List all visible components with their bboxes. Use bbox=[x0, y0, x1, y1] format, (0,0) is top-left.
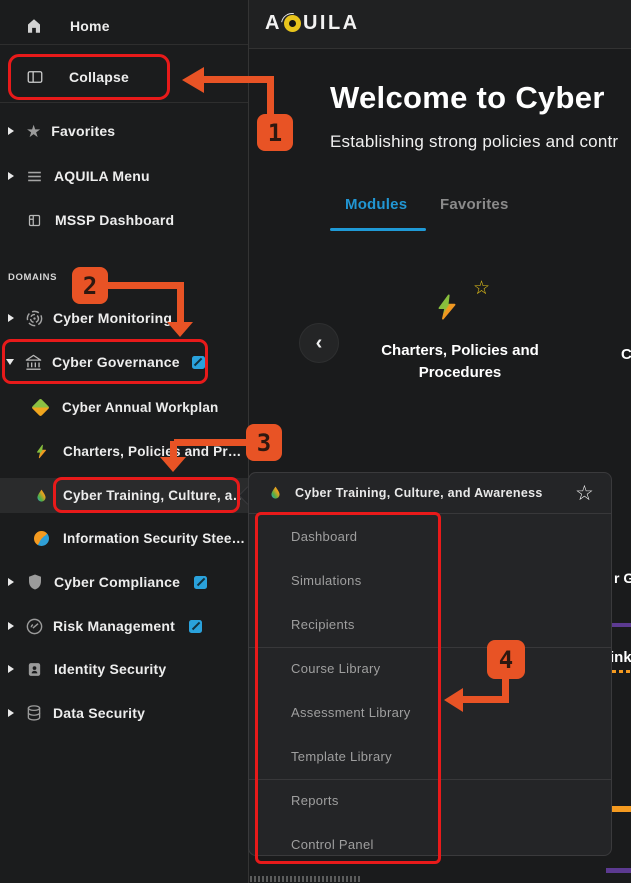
sidebar-item-favorites[interactable]: ★ Favorites bbox=[0, 114, 248, 148]
chevron-right-icon bbox=[8, 314, 14, 322]
menu-icon bbox=[25, 167, 44, 186]
chevron-right-icon bbox=[8, 172, 14, 180]
annotation-arrow-2 bbox=[177, 282, 184, 324]
annotation-arrow-1 bbox=[267, 76, 274, 118]
logo-text: UILA bbox=[303, 12, 360, 35]
database-icon bbox=[25, 704, 43, 722]
background-text-fragment: r G bbox=[614, 570, 631, 586]
annotation-box-2 bbox=[2, 339, 208, 384]
logo-eye-icon bbox=[284, 15, 301, 32]
annotation-arrow-1 bbox=[202, 76, 274, 83]
annotation-arrow-3 bbox=[174, 439, 248, 446]
sidebar-item-label: Favorites bbox=[51, 123, 115, 139]
edit-badge-icon[interactable] bbox=[194, 576, 207, 589]
purple-accent-line bbox=[610, 623, 631, 627]
sidebar-item-cyber-compliance[interactable]: Cyber Compliance bbox=[0, 565, 248, 599]
sidebar-item-label: Risk Management bbox=[53, 618, 175, 634]
module-bolt-icon bbox=[433, 286, 461, 328]
steering-crescent-icon bbox=[34, 531, 49, 546]
charters-bolt-icon bbox=[34, 443, 49, 460]
monitoring-radar-icon bbox=[25, 309, 44, 328]
step-badge-3: 3 bbox=[246, 424, 282, 461]
tab-modules[interactable]: Modules bbox=[345, 196, 407, 213]
carousel-prev-button[interactable]: ‹ bbox=[299, 323, 339, 363]
favorite-star-icon[interactable]: ☆ bbox=[575, 483, 594, 504]
popup-title: Cyber Training, Culture, and Awareness bbox=[295, 486, 543, 500]
top-bar: A UILA bbox=[248, 0, 631, 49]
sidebar-item-home[interactable]: Home bbox=[0, 9, 248, 43]
sidebar-item-cyber-monitoring[interactable]: Cyber Monitoring bbox=[0, 301, 248, 335]
compliance-shield-icon bbox=[26, 573, 44, 591]
page-title: Welcome to Cyber bbox=[330, 80, 605, 116]
chevron-right-icon bbox=[8, 622, 14, 630]
annotation-box-1 bbox=[8, 54, 170, 100]
sidebar-item-data-security[interactable]: Data Security bbox=[0, 696, 248, 730]
edit-badge-icon[interactable] bbox=[189, 620, 202, 633]
aquila-logo[interactable]: A UILA bbox=[265, 12, 360, 35]
next-module-card-fragment[interactable]: C bbox=[621, 344, 631, 366]
sidebar-item-label: MSSP Dashboard bbox=[55, 212, 174, 228]
sidebar-item-risk-management[interactable]: Risk Management bbox=[0, 609, 248, 643]
divider bbox=[0, 102, 248, 103]
sidebar-item-label: Data Security bbox=[53, 705, 145, 721]
sidebar-subitem-cyber-annual-workplan[interactable]: Cyber Annual Workplan bbox=[0, 390, 248, 424]
sidebar-item-aquila-menu[interactable]: AQUILA Menu bbox=[0, 159, 248, 193]
annotation-arrow-2 bbox=[106, 282, 184, 289]
chevron-right-icon bbox=[8, 665, 14, 673]
sidebar-item-mssp-dashboard[interactable]: MSSP Dashboard bbox=[0, 203, 248, 237]
risk-gauge-icon bbox=[25, 617, 44, 636]
training-droplet-icon bbox=[34, 487, 49, 504]
chevron-right-icon bbox=[8, 709, 14, 717]
module-card-title: Charters, Policies and bbox=[360, 340, 560, 362]
background-text-fragment: ink bbox=[610, 649, 631, 666]
tab-favorites[interactable]: Favorites bbox=[440, 196, 509, 213]
identity-badge-icon bbox=[26, 661, 43, 678]
annotation-box-4 bbox=[255, 512, 441, 864]
chevron-left-icon: ‹ bbox=[316, 332, 323, 355]
orange-accent-line bbox=[612, 806, 631, 812]
sidebar-item-identity-security[interactable]: Identity Security bbox=[0, 652, 248, 686]
logo-text: A bbox=[265, 12, 282, 35]
sidebar-item-label: Cyber Compliance bbox=[54, 574, 180, 590]
sidebar-item-label: Information Security Stee… bbox=[63, 531, 245, 546]
clipped-microtext bbox=[250, 876, 362, 882]
step-badge-1: 1 bbox=[257, 114, 293, 151]
annotation-arrow-3-head bbox=[160, 457, 186, 472]
annotation-arrow-4 bbox=[463, 696, 509, 703]
divider bbox=[0, 44, 248, 45]
module-card-title: Procedures bbox=[360, 362, 560, 384]
chevron-right-icon bbox=[8, 127, 14, 135]
sidebar-item-label: Cyber Annual Workplan bbox=[62, 400, 218, 415]
orange-dashed-line bbox=[612, 670, 631, 673]
chevron-right-icon bbox=[8, 578, 14, 586]
step-badge-4: 4 bbox=[487, 640, 525, 679]
sidebar-item-label: Cyber Monitoring bbox=[53, 310, 172, 326]
favorite-star-icon[interactable]: ☆ bbox=[473, 279, 490, 298]
active-tab-underline bbox=[330, 228, 426, 231]
page-subtitle: Establishing strong policies and contr bbox=[330, 132, 618, 152]
sidebar-item-label: AQUILA Menu bbox=[54, 168, 150, 184]
workplan-diamond-icon bbox=[31, 398, 49, 416]
step-badge-2: 2 bbox=[72, 267, 108, 304]
star-icon: ★ bbox=[26, 123, 41, 140]
domains-heading: DOMAINS bbox=[8, 272, 57, 283]
home-icon bbox=[25, 17, 43, 35]
annotation-box-3 bbox=[53, 477, 240, 513]
annotation-arrow-4-head bbox=[444, 688, 463, 712]
annotation-arrow-2-head bbox=[167, 322, 193, 337]
training-droplet-icon bbox=[268, 484, 283, 501]
purple-accent-line bbox=[606, 868, 631, 873]
annotation-arrow-1-head bbox=[182, 67, 204, 93]
dashboard-icon bbox=[27, 213, 42, 228]
sidebar-item-label: Home bbox=[70, 18, 110, 34]
sidebar-subitem-infosec-steering[interactable]: Information Security Stee… bbox=[0, 521, 248, 555]
sidebar-item-label: Identity Security bbox=[54, 661, 166, 677]
